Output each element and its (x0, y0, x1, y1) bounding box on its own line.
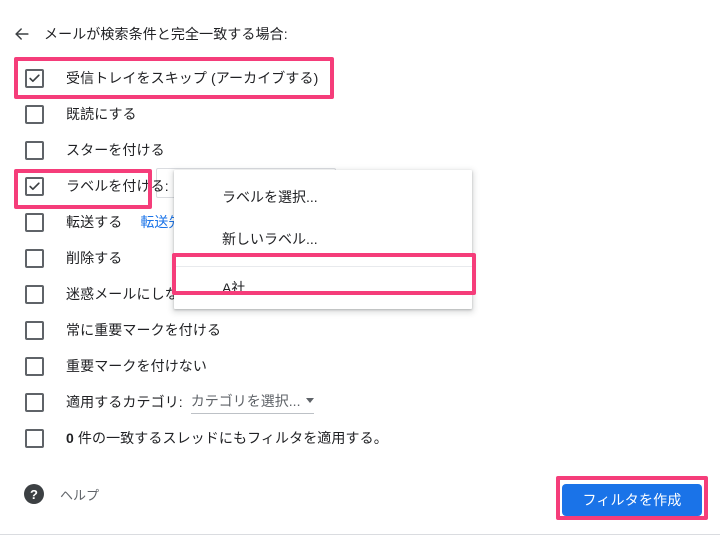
label-dropdown-menu[interactable]: ラベルを選択... 新しいラベル... A社 (174, 170, 472, 309)
footer-divider (0, 534, 720, 535)
checkbox-apply-label[interactable] (25, 176, 44, 196)
action-label-star-it: スターを付ける (66, 142, 165, 158)
action-label-mark-as-read: 既読にする (66, 106, 137, 122)
action-label-always-important: 常に重要マークを付ける (66, 322, 222, 338)
action-row-categorize[interactable]: 適用するカテゴリ: カテゴリを選択... (0, 384, 720, 420)
action-label-forward-it: 転送する (66, 214, 123, 230)
action-label-delete-it: 削除する (66, 250, 123, 266)
back-arrow-icon[interactable] (0, 24, 44, 44)
checkbox-skip-inbox[interactable] (25, 68, 44, 88)
create-filter-button[interactable]: フィルタを作成 (562, 484, 702, 516)
checkbox-star-it[interactable] (25, 140, 44, 160)
checkbox-mark-as-read[interactable] (25, 104, 44, 124)
page-title: メールが検索条件と完全一致する場合: (44, 26, 288, 42)
matching-thread-count: 0 (66, 430, 74, 446)
action-label-apply-to-matching: 0 件の一致するスレッドにもフィルタを適用する。 (66, 428, 388, 448)
checkbox-never-important[interactable] (25, 356, 44, 376)
category-select[interactable]: カテゴリを選択... (190, 391, 315, 414)
apply-to-matching-text: 件の一致するスレッドにもフィルタを適用する。 (73, 430, 388, 446)
action-row-star-it[interactable]: スターを付ける (0, 132, 720, 168)
menu-item-new-label[interactable]: 新しいラベル... (174, 218, 472, 260)
checkbox-always-important[interactable] (25, 320, 44, 340)
panel-footer: ? ヘルプ フィルタを作成 (0, 476, 720, 520)
checkbox-never-spam[interactable] (25, 284, 44, 304)
action-label-categorize: 適用するカテゴリ: (66, 394, 183, 410)
checkbox-forward-it[interactable] (25, 212, 44, 232)
action-label-skip-inbox: 受信トレイをスキップ (アーカイブする) (66, 70, 319, 86)
action-row-skip-inbox[interactable]: 受信トレイをスキップ (アーカイブする) (0, 60, 720, 96)
checkbox-apply-to-matching[interactable] (25, 428, 44, 448)
panel-header: メールが検索条件と完全一致する場合: (0, 20, 288, 48)
action-row-never-important[interactable]: 重要マークを付けない (0, 348, 720, 384)
checkbox-delete-it[interactable] (25, 248, 44, 268)
category-select-value: カテゴリを選択... (190, 392, 301, 409)
action-row-mark-as-read[interactable]: 既読にする (0, 96, 720, 132)
action-label-apply-label: ラベルを付ける: (66, 178, 169, 194)
help-link[interactable]: ? ヘルプ (24, 484, 99, 504)
chevron-down-icon (306, 398, 315, 403)
action-row-always-important[interactable]: 常に重要マークを付ける (0, 312, 720, 348)
menu-item-choose-label[interactable]: ラベルを選択... (174, 176, 472, 218)
menu-item-a-company[interactable]: A社 (174, 267, 472, 309)
action-row-apply-to-matching[interactable]: 0 件の一致するスレッドにもフィルタを適用する。 (0, 420, 720, 456)
action-label-never-important: 重要マークを付けない (66, 358, 207, 374)
help-label: ヘルプ (60, 487, 100, 503)
checkbox-categorize[interactable] (25, 392, 44, 412)
question-mark-icon: ? (24, 484, 44, 504)
